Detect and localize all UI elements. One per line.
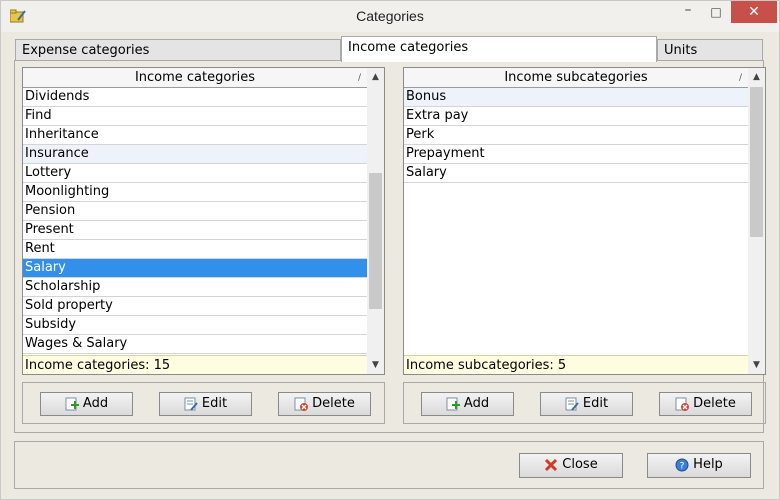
edit-icon xyxy=(184,397,198,411)
list-item[interactable]: Salary xyxy=(404,164,748,183)
list-item[interactable]: Find xyxy=(23,107,367,126)
column-header-label: Income subcategories xyxy=(504,70,648,85)
help-button[interactable]: ? Help xyxy=(647,453,751,478)
list-item[interactable]: Sold property xyxy=(23,297,367,316)
sort-indicator-icon: ∕ xyxy=(357,73,361,83)
dialog-button-bar: Close ? Help xyxy=(14,441,764,489)
list-item[interactable]: Pension xyxy=(23,202,367,221)
add-subcategory-button[interactable]: Add xyxy=(421,392,514,416)
delete-label: Delete xyxy=(693,396,736,411)
income-subcategories-column-header[interactable]: Income subcategories ∕ xyxy=(404,68,748,88)
delete-icon xyxy=(675,397,690,411)
subcategory-buttons-group: Add Edit Delete xyxy=(403,382,766,424)
list-item[interactable]: Moonlighting xyxy=(23,183,367,202)
edit-icon xyxy=(565,397,579,411)
delete-icon xyxy=(294,397,309,411)
close-button[interactable]: Close xyxy=(519,453,623,478)
list-item[interactable]: Rent xyxy=(23,240,367,259)
window-title: Categories xyxy=(356,8,424,24)
income-categories-list[interactable]: Income categories ∕ Dividends Find Inher… xyxy=(22,67,385,375)
minimize-button[interactable]: – xyxy=(673,1,703,23)
edit-label: Edit xyxy=(201,396,228,411)
scroll-thumb[interactable] xyxy=(369,173,382,309)
list-item[interactable]: Prepayment xyxy=(404,145,748,164)
income-subcategories-list[interactable]: Income subcategories ∕ Bonus Extra pay P… xyxy=(403,67,766,375)
list-item-selected[interactable]: Bonus xyxy=(404,88,748,107)
sort-indicator-icon: ∕ xyxy=(738,73,742,83)
add-icon xyxy=(65,397,79,410)
scroll-thumb[interactable] xyxy=(750,87,763,237)
add-icon xyxy=(446,397,460,410)
close-window-button[interactable]: ✕ xyxy=(731,1,777,23)
close-label: Close xyxy=(562,457,598,472)
svg-text:?: ? xyxy=(680,461,685,471)
list-item[interactable]: Perk xyxy=(404,126,748,145)
edit-label: Edit xyxy=(582,396,609,411)
help-icon: ? xyxy=(675,458,689,471)
list-item[interactable]: Inheritance xyxy=(23,126,367,145)
scrollbar[interactable]: ▲ ▼ xyxy=(748,68,765,374)
tab-expense-categories[interactable]: Expense categories xyxy=(15,39,341,61)
list-item[interactable]: Lottery xyxy=(23,164,367,183)
list-item[interactable]: Extra pay xyxy=(404,107,748,126)
close-icon xyxy=(545,458,558,471)
add-category-button[interactable]: Add xyxy=(40,392,133,416)
income-subcategories-count: Income subcategories: 5 xyxy=(404,355,748,374)
list-item[interactable]: Subsidy xyxy=(23,316,367,335)
list-item[interactable]: Insurance xyxy=(23,145,367,164)
add-label: Add xyxy=(82,396,109,411)
tab-income-categories[interactable]: Income categories xyxy=(341,36,657,62)
list-item[interactable]: Present xyxy=(23,221,367,240)
scroll-down-icon[interactable]: ▼ xyxy=(367,356,384,374)
scroll-down-icon[interactable]: ▼ xyxy=(748,356,765,374)
delete-category-button[interactable]: Delete xyxy=(278,392,371,416)
list-item-selected[interactable]: Salary xyxy=(23,259,367,278)
edit-category-button[interactable]: Edit xyxy=(159,392,252,416)
title-bar[interactable]: Categories – □ ✕ xyxy=(1,1,779,32)
list-item[interactable]: Wages & Salary xyxy=(23,335,367,354)
add-label: Add xyxy=(463,396,490,411)
delete-label: Delete xyxy=(312,396,355,411)
category-buttons-group: Add Edit Delete xyxy=(22,382,385,424)
list-item[interactable]: Dividends xyxy=(23,88,367,107)
categories-window: Categories – □ ✕ Expense categories Inco… xyxy=(0,0,780,500)
column-header-label: Income categories xyxy=(134,70,256,85)
tab-units[interactable]: Units xyxy=(657,39,763,61)
edit-subcategory-button[interactable]: Edit xyxy=(540,392,633,416)
delete-subcategory-button[interactable]: Delete xyxy=(659,392,752,416)
income-categories-count: Income categories: 15 xyxy=(23,355,367,374)
income-categories-column-header[interactable]: Income categories ∕ xyxy=(23,68,367,88)
scroll-up-icon[interactable]: ▲ xyxy=(367,68,384,86)
scroll-up-icon[interactable]: ▲ xyxy=(748,68,765,86)
help-label: Help xyxy=(693,457,723,472)
maximize-button[interactable]: □ xyxy=(703,1,729,23)
list-item[interactable]: Scholarship xyxy=(23,278,367,297)
scrollbar[interactable]: ▲ ▼ xyxy=(367,68,384,374)
